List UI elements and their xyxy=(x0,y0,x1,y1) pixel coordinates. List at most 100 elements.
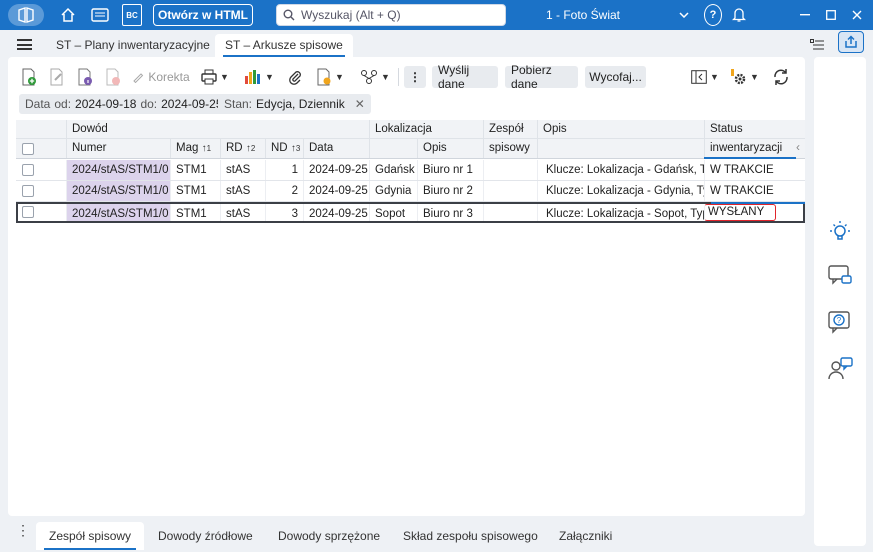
header-lok-name[interactable] xyxy=(369,139,417,158)
header-lok-opis[interactable]: Opis xyxy=(417,139,483,158)
delete-document-icon[interactable] xyxy=(102,66,124,88)
document-tabs: ST – Plany inwentaryzacyjne ST – Arkusze… xyxy=(0,30,873,58)
header-spisowy[interactable]: spisowy xyxy=(483,139,537,158)
chevron-down-icon: ▼ xyxy=(220,72,229,82)
home-icon[interactable] xyxy=(56,4,80,26)
header-opis-cont xyxy=(537,139,704,158)
cell-zespol xyxy=(483,160,537,180)
lightbulb-icon[interactable] xyxy=(826,217,854,245)
fetch-data-button[interactable]: Pobierz dane xyxy=(505,63,578,91)
table-header-row: Numer Mag ↑1 RD ↑2 ND ↑3 Data Opis spiso… xyxy=(16,139,805,159)
header-select-all[interactable] xyxy=(16,139,66,158)
print-button[interactable]: ▼ xyxy=(198,66,232,88)
share-icon[interactable] xyxy=(838,31,864,53)
refresh-icon[interactable] xyxy=(770,66,792,88)
header-mag-label: Mag xyxy=(176,142,199,154)
header-inwentaryzacji[interactable]: inwentaryzacji xyxy=(704,139,805,158)
cell-mag: STM1 xyxy=(170,181,220,201)
cell-status: W TRAKCIE xyxy=(704,181,796,201)
cell-status-highlighted: WYSŁANY xyxy=(704,204,776,221)
state-filter-label: Stan: xyxy=(224,97,253,111)
chat-icon[interactable] xyxy=(826,261,854,289)
company-name: 1 - Foto Świat xyxy=(545,8,621,22)
gear-icon xyxy=(731,69,746,85)
menu-icon[interactable] xyxy=(17,39,32,50)
chevron-down-icon: ▼ xyxy=(381,72,390,82)
header-rd[interactable]: RD ↑2 xyxy=(220,139,265,158)
document-settings-button[interactable]: ▼ xyxy=(313,66,347,88)
korekta-button[interactable]: Korekta xyxy=(132,66,190,88)
header-opis[interactable]: Opis xyxy=(537,120,704,138)
bottom-tabs: ⋮ Zespół spisowy Dowody źródłowe Dowody … xyxy=(0,518,814,552)
settings-button[interactable]: ▼ xyxy=(726,66,762,88)
more-options-icon[interactable]: ⋮ xyxy=(16,523,30,537)
header-mag[interactable]: Mag ↑1 xyxy=(170,139,220,158)
table-row[interactable]: 2024/stAS/STM1/0 STM1 stAS 1 2024-09-25 … xyxy=(16,160,805,181)
header-data[interactable]: Data xyxy=(303,139,369,158)
cell-rd: stAS xyxy=(220,160,265,180)
close-button[interactable] xyxy=(846,4,868,26)
maximize-button[interactable] xyxy=(820,4,842,26)
row-checkbox[interactable] xyxy=(22,164,34,176)
chevron-down-icon: ▼ xyxy=(750,72,759,82)
cell-zespol xyxy=(483,204,537,221)
date-from-label: od: xyxy=(54,97,72,111)
more-options-icon[interactable]: ⋮ xyxy=(404,66,426,88)
date-from-value: 2024-09-18 xyxy=(75,97,137,111)
header-rd-label: RD xyxy=(226,142,243,154)
tab-zalaczniki[interactable]: Załączniki xyxy=(546,522,625,550)
date-filter-chip[interactable]: Data od: 2024-09-18 do: 2024-09-25 xyxy=(19,94,229,114)
select-all-checkbox[interactable] xyxy=(22,143,34,155)
tab-sklad-zespolu[interactable]: Skład zespołu spisowego xyxy=(390,522,551,550)
tab-zespol-spisowy[interactable]: Zespół spisowy xyxy=(36,522,145,550)
calendar-icon[interactable] xyxy=(88,4,112,26)
people-chat-icon[interactable] xyxy=(826,355,854,383)
bell-icon[interactable] xyxy=(730,4,748,26)
row-checkbox[interactable] xyxy=(22,206,34,218)
header-status[interactable]: Status xyxy=(704,120,805,138)
cell-lok-opis: Biuro nr 2 xyxy=(417,181,483,201)
edit-document-icon[interactable] xyxy=(46,66,68,88)
document-info-icon[interactable] xyxy=(74,66,96,88)
minimize-button[interactable] xyxy=(794,4,816,26)
paperclip-icon[interactable] xyxy=(284,66,306,88)
sort-order-1: 1 xyxy=(206,144,212,153)
header-numer[interactable]: Numer xyxy=(66,139,170,158)
cell-lok-opis: Biuro nr 3 xyxy=(417,204,483,221)
cell-lok-opis: Biuro nr 1 xyxy=(417,160,483,180)
row-checkbox[interactable] xyxy=(22,185,34,197)
close-icon[interactable]: ✕ xyxy=(355,97,365,111)
chart-button[interactable]: ▼ xyxy=(242,66,276,88)
app-logo-icon[interactable] xyxy=(8,4,44,26)
table-row-selected[interactable]: 2024/stAS/STM1/0 STM1 stAS 3 2024-09-25 … xyxy=(16,202,805,223)
date-to-value: 2024-09-25 xyxy=(161,97,223,111)
withdraw-button[interactable]: Wycofaj... xyxy=(585,66,646,88)
tab-dowody-zrodlowe[interactable]: Dowody źródłowe xyxy=(145,522,266,550)
tab-dowody-sprzezone[interactable]: Dowody sprzężone xyxy=(265,522,393,550)
chevron-down-icon: ▼ xyxy=(710,72,719,82)
bc-icon[interactable]: BC xyxy=(122,4,142,26)
chevron-left-icon[interactable]: ‹ xyxy=(796,140,800,154)
search-input[interactable]: Wyszukaj (Alt + Q) xyxy=(276,4,506,26)
cell-opis: Klucze: Lokalizacja - Gdynia, Typ xyxy=(537,181,704,201)
table-row[interactable]: 2024/stAS/STM1/0 STM1 stAS 2 2024-09-25 … xyxy=(16,181,805,202)
workflow-button[interactable]: ▼ xyxy=(358,66,392,88)
panel-toggle-button[interactable]: ▼ xyxy=(688,66,722,88)
cell-lokalizacja: Sopot xyxy=(369,204,417,221)
chevron-down-icon[interactable] xyxy=(676,4,692,26)
cell-rd: stAS xyxy=(220,204,265,221)
help-icon[interactable]: ? xyxy=(704,4,722,26)
right-sidebar: ? xyxy=(814,57,866,546)
open-html-button[interactable]: Otwórz w HTML xyxy=(153,4,253,26)
help-chat-icon[interactable]: ? xyxy=(826,309,854,337)
korekta-label: Korekta xyxy=(148,70,190,84)
send-data-button[interactable]: Wyślij dane xyxy=(432,63,498,91)
tab-arkusze[interactable]: ST – Arkusze spisowe xyxy=(215,34,353,58)
state-filter-chip[interactable]: Stan: Edycja, Dziennik ✕ xyxy=(218,94,371,114)
cell-numer: 2024/stAS/STM1/0 xyxy=(66,160,170,180)
list-view-icon[interactable] xyxy=(806,35,828,55)
table-header-group-row: Dowód Lokalizacja Zespół Opis Status xyxy=(16,120,805,139)
header-nd[interactable]: ND ↑3 xyxy=(265,139,303,158)
tab-plany[interactable]: ST – Plany inwentaryzacyjne xyxy=(46,34,220,58)
add-document-icon[interactable] xyxy=(18,66,40,88)
